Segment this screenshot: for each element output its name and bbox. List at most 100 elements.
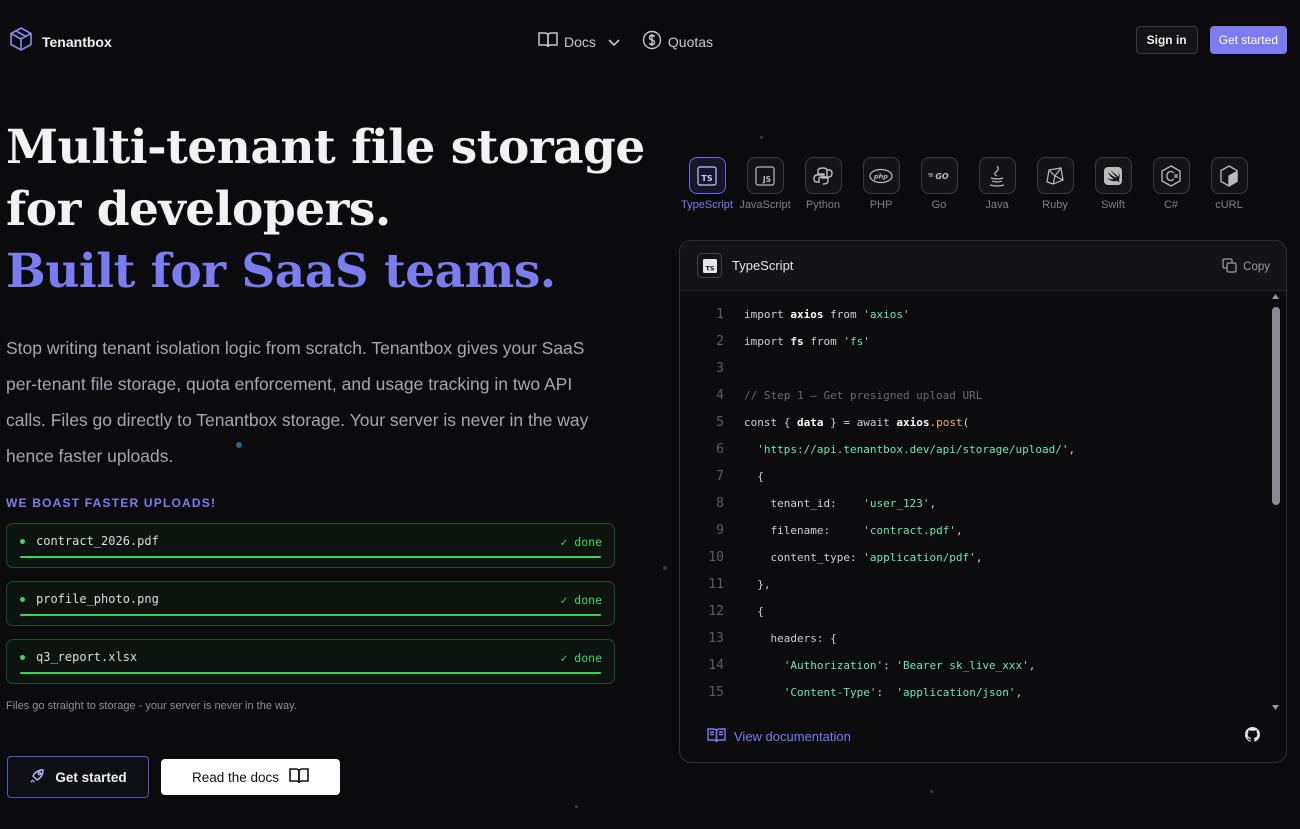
hero-lead: Stop writing tenant isolation logic from…	[6, 338, 589, 466]
scroll-down-icon[interactable]	[1271, 704, 1280, 711]
line-number: 2	[716, 334, 724, 349]
tab-swift[interactable]: Swift	[1084, 157, 1142, 211]
upload-status: ✓ done	[560, 593, 602, 607]
upload-progress-fill	[20, 672, 601, 674]
upload-list: contract_2026.pdf ✓ done profile_photo.p…	[6, 523, 615, 697]
scroll-up-icon[interactable]	[1271, 293, 1280, 300]
get-started-nav-button[interactable]: Get started	[1209, 26, 1287, 54]
nav-quotas-link[interactable]: Quotas	[642, 30, 713, 53]
go-icon: GO	[920, 157, 958, 194]
line-number: 10	[708, 550, 724, 565]
copy-label: Copy	[1243, 261, 1270, 273]
line-number: 11	[708, 577, 724, 592]
code-text: filename: 'contract.pdf',	[744, 524, 963, 537]
tab-label: PHP	[869, 199, 893, 211]
background-dot	[575, 805, 578, 808]
get-started-label: Get started	[55, 769, 127, 785]
copy-icon	[1222, 258, 1237, 276]
code-line: 9 filename: 'contract.pdf',	[680, 517, 963, 544]
github-icon[interactable]	[1245, 727, 1260, 747]
tab-label: cURL	[1215, 199, 1243, 211]
hero-title-line1: Multi-tenant file storage	[6, 120, 645, 175]
read-docs-button[interactable]: Read the docs	[161, 759, 340, 795]
open-book-icon	[707, 727, 726, 746]
upload-item: q3_report.xlsx ✓ done	[6, 639, 615, 684]
tab-label: C#	[1163, 199, 1179, 211]
brand[interactable]: Tenantbox	[8, 26, 112, 57]
svg-text:TS: TS	[705, 264, 714, 272]
line-number: 13	[708, 631, 724, 646]
code-text: 'Content-Type': 'application/json',	[783, 686, 1023, 699]
code-line: 4 // Step 1 — Get presigned upload URL	[680, 382, 982, 409]
tab-python[interactable]: Python	[794, 157, 852, 211]
line-number: 7	[716, 469, 724, 484]
copy-button[interactable]: Copy	[1222, 258, 1270, 276]
brand-name: Tenantbox	[42, 33, 112, 50]
java-icon	[978, 157, 1016, 194]
tab-go[interactable]: GO Go	[910, 157, 968, 211]
tab-csharp[interactable]: C#	[1142, 157, 1200, 211]
line-number: 1	[716, 307, 724, 322]
tab-java[interactable]: Java	[968, 157, 1026, 211]
tab-ruby[interactable]: Ruby	[1026, 157, 1084, 211]
line-number: 6	[716, 442, 724, 457]
upload-filename: contract_2026.pdf	[36, 534, 159, 548]
hero-title-line2: for developers.	[6, 182, 391, 237]
code-text: },	[744, 578, 771, 591]
code-text: content_type: 'application/pdf',	[744, 551, 983, 564]
view-documentation-link[interactable]: View documentation	[707, 727, 851, 746]
code-panel: TS TypeScript Copy 1 import axios from 'a…	[679, 240, 1287, 763]
tab-label: TypeScript	[681, 199, 733, 211]
tab-label: Swift	[1101, 199, 1125, 211]
tab-javascript[interactable]: JS JavaScript	[736, 157, 794, 211]
top-nav: Tenantbox Docs Quotas Sign in Get starte…	[0, 0, 1300, 80]
code-text: {	[744, 605, 764, 618]
scrollbar-thumb[interactable]	[1272, 307, 1280, 505]
code-text: tenant_id: 'user_123',	[744, 497, 937, 510]
hero-title-accent: Built for SaaS teams.	[6, 244, 556, 299]
typescript-icon: TS	[697, 253, 722, 278]
upload-filename: q3_report.xlsx	[36, 650, 138, 664]
uploads-eyebrow: WE BOAST FASTER UPLOADS!	[6, 496, 217, 510]
code-line: 8 tenant_id: 'user_123',	[680, 490, 936, 517]
code-line: 5 const { data } = await axios.post(	[680, 409, 969, 436]
code-line: 10 content_type: 'application/pdf',	[680, 544, 982, 571]
upload-progress-fill	[20, 556, 601, 558]
code-line: 12 {	[680, 598, 764, 625]
upload-item: contract_2026.pdf ✓ done	[6, 523, 615, 568]
upload-filename: profile_photo.png	[36, 592, 159, 606]
code-line: 3	[680, 355, 744, 382]
status-dot	[20, 655, 25, 660]
book-icon	[289, 767, 309, 788]
tab-curl[interactable]: cURL	[1200, 157, 1258, 211]
code-text: import fs from 'fs'	[744, 335, 870, 348]
code-text: headers: {	[744, 632, 837, 645]
svg-text:TS: TS	[701, 174, 712, 183]
python-icon	[804, 157, 842, 194]
code-text: import axios from 'axios'	[744, 308, 910, 321]
code-panel-title: TypeScript	[732, 258, 794, 273]
nav-quotas-label: Quotas	[667, 33, 714, 50]
upload-status: ✓ done	[560, 651, 602, 665]
code-line: 14 'Authorization': 'Bearer sk_live_xxx'…	[680, 652, 1035, 679]
tab-label: Go	[931, 199, 947, 211]
dollar-circle-icon	[642, 30, 662, 53]
tab-typescript[interactable]: TS TypeScript	[678, 157, 736, 211]
code-text: {	[744, 470, 764, 483]
nav-docs-link[interactable]: Docs	[538, 31, 620, 52]
code-line: 6 'https://api.tenantbox.dev/api/storage…	[680, 436, 1075, 463]
sign-in-button[interactable]: Sign in	[1135, 26, 1198, 54]
book-icon	[538, 31, 558, 52]
typescript-icon: TS	[688, 157, 726, 194]
code-scrollbar[interactable]	[1271, 293, 1280, 711]
code-text: // Step 1 — Get presigned upload URL	[744, 389, 983, 402]
upload-progress-bar	[20, 672, 601, 674]
svg-text:GO: GO	[935, 172, 949, 181]
tab-php[interactable]: php PHP	[852, 157, 910, 211]
code-block[interactable]: 1 import axios from 'axios' 2 import fs fro…	[680, 291, 1270, 701]
code-line: 1 import axios from 'axios'	[680, 301, 910, 328]
cube-logo-icon	[8, 26, 34, 57]
get-started-button[interactable]: Get started	[7, 756, 149, 798]
tab-label: Python	[805, 199, 841, 211]
swift-icon	[1094, 157, 1132, 194]
